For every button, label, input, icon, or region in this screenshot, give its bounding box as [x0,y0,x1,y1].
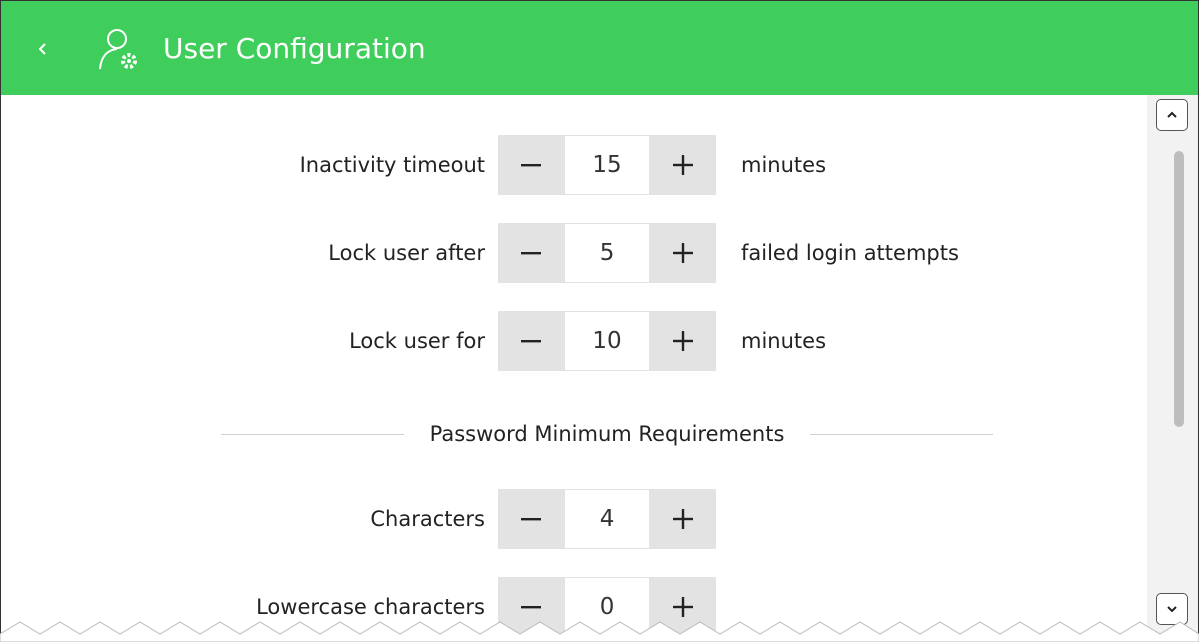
decrement-button[interactable] [498,311,565,371]
stepper-value[interactable]: 10 [564,311,650,371]
setting-unit: minutes [741,153,827,177]
setting-row-lock-user-after: Lock user after 5 failed login attempts [1,223,1001,283]
app-header: User Configuration [1,1,1198,95]
increment-button[interactable] [649,489,717,549]
increment-button[interactable] [649,223,717,283]
setting-label: Lock user after [328,241,485,265]
setting-unit: failed login attempts [741,241,959,265]
divider-line [810,433,994,435]
setting-label: Characters [370,507,485,531]
stepper-value[interactable]: 4 [564,489,650,549]
page-title: User Configuration [163,32,426,65]
minus-icon [521,606,542,609]
chevron-left-icon [38,43,46,55]
plus-icon [672,509,693,529]
decrement-button[interactable] [498,489,565,549]
section-title: Password Minimum Requirements [429,422,785,446]
scrollbar-thumb[interactable] [1174,151,1184,427]
scrollbar-track[interactable] [1147,95,1198,641]
inactivity-timeout-stepper: 15 [498,135,717,195]
divider-line [221,433,404,435]
characters-stepper: 4 [498,489,717,549]
minus-icon [521,252,542,255]
scroll-up-button[interactable] [1156,99,1188,131]
plus-icon [672,243,693,263]
setting-unit: minutes [741,329,827,353]
lock-user-after-stepper: 5 [498,223,717,283]
setting-row-characters: Characters 4 [1,489,1001,549]
password-section-divider: Password Minimum Requirements [221,417,994,451]
increment-button[interactable] [649,311,717,371]
setting-label: Lock user for [349,329,485,353]
setting-row-inactivity-timeout: Inactivity timeout 15 minutes [1,135,1001,195]
minus-icon [521,518,542,521]
plus-icon [672,331,693,351]
setting-label: Inactivity timeout [299,153,485,177]
torn-edge-decoration [0,621,1199,642]
setting-row-lock-user-for: Lock user for 10 minutes [1,311,1001,371]
stepper-value[interactable]: 15 [564,135,650,195]
minus-icon [521,340,542,343]
decrement-button[interactable] [498,135,565,195]
stepper-value[interactable]: 5 [564,223,650,283]
user-settings-icon [97,25,141,73]
increment-button[interactable] [649,135,717,195]
minus-icon [521,164,542,167]
settings-content: Inactivity timeout 15 minutes Lock user … [1,95,1147,641]
plus-icon [672,155,693,175]
lock-user-for-stepper: 10 [498,311,717,371]
app-window: User Configuration Inactivity timeout 15… [0,0,1199,642]
decrement-button[interactable] [498,223,565,283]
back-button[interactable] [25,29,61,69]
chevron-up-icon [1167,111,1177,118]
